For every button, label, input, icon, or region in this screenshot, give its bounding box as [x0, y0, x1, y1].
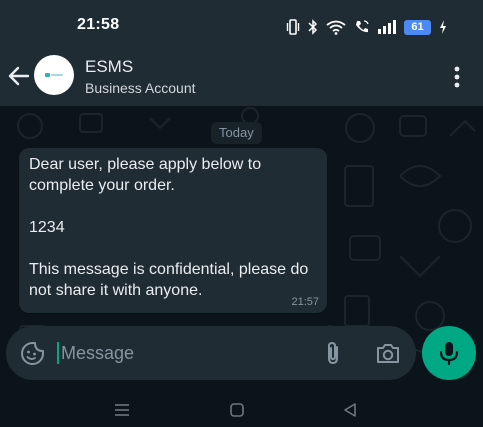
signal-icon	[378, 20, 396, 34]
text-caret	[57, 342, 59, 364]
message-input-container[interactable]	[6, 326, 416, 380]
status-time: 21:58	[77, 16, 120, 33]
message-line: This message is confidential, please do …	[29, 261, 309, 299]
message-time: 21:57	[291, 296, 319, 308]
microphone-icon	[439, 342, 459, 366]
status-bar: 21:58 61	[0, 0, 483, 46]
message-line: 1234	[29, 219, 65, 236]
charging-icon	[439, 20, 447, 34]
status-icons: 61	[286, 17, 447, 37]
message-bubble[interactable]: Dear user, please apply below to complet…	[19, 148, 327, 313]
recents-icon[interactable]	[114, 403, 130, 422]
paperclip-icon[interactable]	[321, 340, 345, 366]
composer	[0, 317, 483, 392]
message-text: Dear user, please apply below to complet…	[29, 154, 321, 301]
bluetooth-icon	[308, 19, 318, 35]
avatar[interactable]	[34, 55, 74, 95]
chat-header: ESMS Business Account	[0, 46, 483, 106]
mic-button[interactable]	[422, 326, 476, 380]
arrow-left-icon[interactable]	[6, 63, 32, 89]
back-triangle-icon[interactable]	[343, 402, 357, 423]
date-chip: Today	[211, 122, 262, 144]
camera-icon[interactable]	[375, 341, 401, 365]
message-input[interactable]	[61, 339, 301, 367]
system-nav-bar	[0, 392, 483, 427]
message-line: Dear user, please apply below to complet…	[29, 156, 262, 194]
wifi-calling-icon	[354, 19, 370, 35]
home-icon[interactable]	[229, 402, 245, 423]
wifi-icon	[326, 20, 346, 35]
sticker-icon[interactable]	[20, 341, 45, 366]
vibrate-icon	[286, 19, 300, 35]
esms-logo-icon	[45, 73, 63, 77]
contact-subtitle: Business Account	[85, 80, 196, 96]
more-vert-icon[interactable]	[447, 64, 467, 90]
battery-icon: 61	[404, 19, 431, 35]
contact-name[interactable]: ESMS	[85, 57, 133, 77]
